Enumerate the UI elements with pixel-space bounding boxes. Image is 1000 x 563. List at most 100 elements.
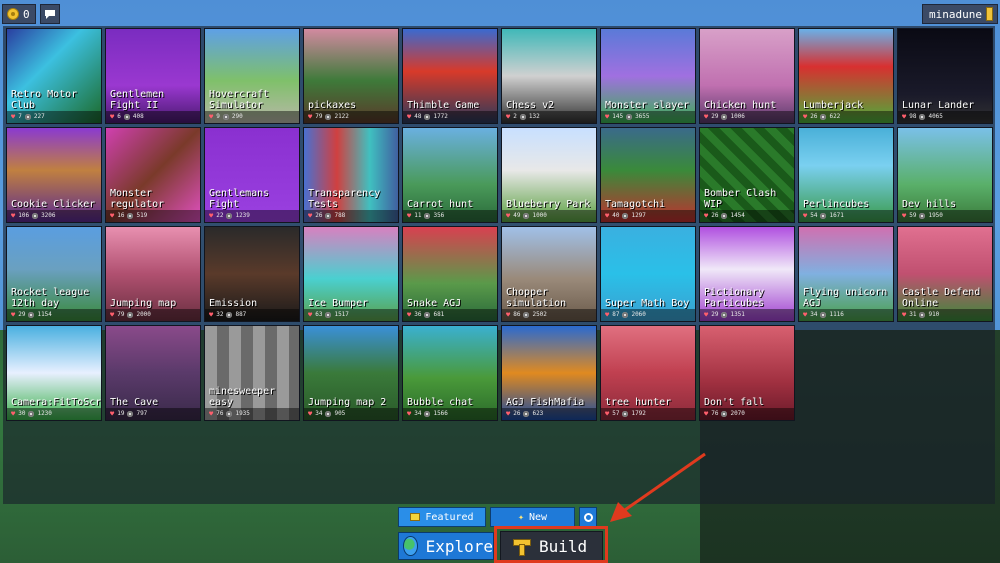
game-card[interactable]: Dev hills ♥ 59 1950 [897,127,993,223]
view-count: 1935 [235,410,250,417]
views-icon [622,213,629,219]
like-count: 79 [117,311,125,318]
heart-icon: ♥ [407,410,412,418]
view-count: 2060 [631,311,646,318]
game-card[interactable]: Castle Defend Online ♥ 31 910 [897,226,993,322]
explore-button[interactable]: Explore [398,532,494,560]
game-card[interactable]: tree hunter ♥ 57 1792 [600,325,696,421]
like-count: 19 [117,410,125,417]
game-card[interactable]: Monster slayer ♥ 145 3655 [600,28,696,124]
game-card[interactable]: Ice Bumper ♥ 63 1517 [303,226,399,322]
tab-new[interactable]: ✦ New [490,507,575,527]
game-card[interactable]: Blueberry Park ♥ 49 1000 [501,127,597,223]
like-count: 16 [117,212,125,219]
views-icon [721,312,728,318]
game-card[interactable]: Gentlemen Fight II ♥ 6 408 [105,28,201,124]
game-card[interactable]: minesweeper easy ♥ 76 1935 [204,325,300,421]
like-count: 2 [513,113,517,120]
game-card[interactable]: Don't fall ♥ 76 2070 [699,325,795,421]
like-count: 7 [18,113,22,120]
views-icon [127,411,134,417]
like-count: 48 [414,113,422,120]
views-icon [325,213,332,219]
like-count: 26 [810,113,818,120]
like-count: 59 [909,212,917,219]
view-count: 1116 [829,311,844,318]
view-count: 3655 [635,113,650,120]
game-card[interactable]: Retro Motor Club ♥ 7 227 [6,28,102,124]
game-stats: ♥ 63 1517 [304,309,398,321]
game-stats: ♥ 34 905 [304,408,398,420]
view-count: 797 [136,410,148,417]
game-card[interactable]: Chess v2 ♥ 2 132 [501,28,597,124]
game-card[interactable]: Perlincubes ♥ 54 1671 [798,127,894,223]
game-card[interactable]: Chopper simulation ♥ 86 2502 [501,226,597,322]
coin-icon [7,8,19,20]
view-count: 1566 [433,410,448,417]
game-card[interactable]: Carrot hunt ♥ 11 356 [402,127,498,223]
game-title: AGJ FishMafia [506,397,585,408]
view-count: 1000 [532,212,547,219]
game-card[interactable]: Transparency Tests ♥ 26 788 [303,127,399,223]
like-count: 11 [414,212,422,219]
game-card[interactable]: Bomber Clash WIP ♥ 26 1454 [699,127,795,223]
game-card[interactable]: Monster regulator ♥ 16 519 [105,127,201,223]
game-title: Tamagotchi [605,199,666,210]
chat-button[interactable] [40,4,60,24]
user-profile[interactable]: minadune [922,4,998,24]
heart-icon: ♥ [110,212,115,220]
views-icon [127,213,134,219]
view-count: 1671 [829,212,844,219]
game-card[interactable]: Lunar Lander ♥ 98 4065 [897,28,993,124]
game-card[interactable]: Pictionary Particubes ♥ 29 1351 [699,226,795,322]
view-count: 1950 [928,212,943,219]
view-count: 1454 [730,212,745,219]
views-icon [325,114,332,120]
tab-new-label: New [528,511,548,523]
game-stats: ♥ 57 1792 [601,408,695,420]
view-count: 1006 [730,113,745,120]
view-count: 2070 [730,410,745,417]
views-icon [226,312,233,318]
globe-icon [403,536,418,556]
game-stats: ♥ 86 2502 [502,309,596,321]
game-card[interactable]: Hovercraft Simulator ♥ 9 290 [204,28,300,124]
game-card[interactable]: Rocket league 12th day ♥ 29 1154 [6,226,102,322]
coin-balance[interactable]: 0 [2,4,36,24]
views-icon [32,213,39,219]
game-card[interactable]: AGJ FishMafia ♥ 26 623 [501,325,597,421]
refresh-button[interactable] [579,507,597,527]
game-card[interactable]: Gentlemans Fight ♥ 22 1239 [204,127,300,223]
build-highlight-box [494,526,608,563]
game-card[interactable]: pickaxes ♥ 79 2122 [303,28,399,124]
game-card[interactable]: Flying unicorn AGJ ♥ 34 1116 [798,226,894,322]
game-card[interactable]: Tamagotchi ♥ 40 1297 [600,127,696,223]
tab-featured[interactable]: Featured [398,507,486,527]
game-card[interactable]: Snake AGJ ♥ 36 681 [402,226,498,322]
views-icon [721,411,728,417]
heart-icon: ♥ [209,212,214,220]
game-card[interactable]: Emission ♥ 32 887 [204,226,300,322]
game-card[interactable]: Jumping map 2 ♥ 34 905 [303,325,399,421]
game-card[interactable]: Bubble chat ♥ 34 1566 [402,325,498,421]
game-title: Don't fall [704,397,765,408]
game-card[interactable]: Lumberjack ♥ 26 622 [798,28,894,124]
heart-icon: ♥ [11,410,16,418]
view-count: 1239 [235,212,250,219]
game-card[interactable]: Super Math Boy ♥ 87 2060 [600,226,696,322]
tab-featured-label: Featured [425,511,474,523]
heart-icon: ♥ [308,212,313,220]
heart-icon: ♥ [506,113,511,121]
game-card[interactable]: The Cave ♥ 19 797 [105,325,201,421]
game-card[interactable]: Thimble Game ♥ 48 1772 [402,28,498,124]
game-title: Castle Defend Online [902,287,981,309]
game-card[interactable]: Chicken hunt ♥ 29 1006 [699,28,795,124]
game-card[interactable]: Camera:FitToScreen ♥30 1230 [6,325,102,421]
like-count: 34 [414,410,422,417]
game-card[interactable]: Cookie Clicker ♥ 106 3206 [6,127,102,223]
view-count: 1351 [730,311,745,318]
heart-icon: ♥ [506,212,511,220]
game-card[interactable]: Jumping map ♥ 79 2000 [105,226,201,322]
game-stats: ♥ 79 2122 [304,111,398,123]
view-count: 1517 [334,311,349,318]
